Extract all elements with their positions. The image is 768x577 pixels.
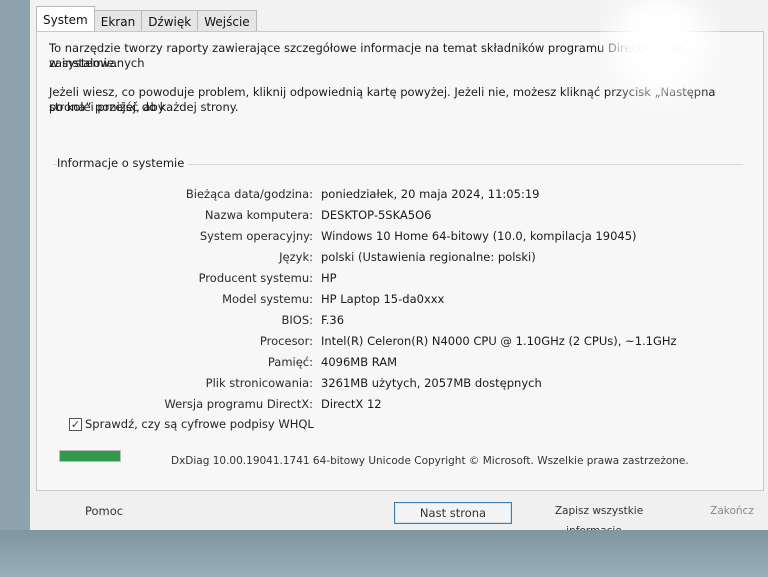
info-row-datetime: Bieżąca data/godzina: poniedziałek, 20 ma… (37, 187, 757, 208)
info-label: BIOS: (281, 313, 313, 327)
intro-line-4: po kolei przejść do każdej strony. (49, 100, 239, 114)
info-row-directx: Wersja programu DirectX: DirectX 12 (37, 397, 757, 418)
tab-display[interactable]: Ekran (93, 10, 143, 32)
info-row-language: Język: polski (Ustawienia regionalne: pol… (37, 250, 757, 271)
dxdiag-window: System Ekran Dźwięk Wejście To narzędzie… (30, 0, 768, 537)
info-value: Windows 10 Home 64-bitowy (10.0, kompila… (321, 229, 637, 243)
info-value: DirectX 12 (321, 397, 382, 411)
info-label: Model systemu: (222, 292, 313, 306)
save-all-info-button[interactable]: Zapisz wszystkie informacje... (528, 501, 670, 537)
whql-checkbox-row[interactable]: ✓ Sprawdź, czy są cyfrowe podpisy WHQL (69, 417, 314, 431)
exit-button[interactable]: Zakończ (700, 501, 764, 523)
info-value: poniedziałek, 20 maja 2024, 11:05:19 (321, 187, 540, 201)
info-label: Procesor: (259, 334, 313, 348)
info-row-computer-name: Nazwa komputera: DESKTOP-5SKA5O6 (37, 208, 757, 229)
info-row-memory: Pamięć: 4096MB RAM (37, 355, 757, 376)
system-info-list: Bieżąca data/godzina: poniedziałek, 20 ma… (37, 187, 757, 418)
info-value: HP Laptop 15-da0xxx (321, 292, 445, 306)
tab-sound[interactable]: Dźwięk (141, 10, 199, 32)
whql-label: Sprawdź, czy są cyfrowe podpisy WHQL (85, 417, 314, 431)
info-value: polski (Ustawienia regionalne: polski) (321, 250, 536, 264)
intro-line-2: w systemie. (49, 56, 118, 70)
info-label: System operacyjny: (199, 229, 313, 243)
info-label: Bieżąca data/godzina: (185, 187, 313, 201)
info-value: DESKTOP-5SKA5O6 (321, 208, 432, 222)
info-row-manufacturer: Producent systemu: HP (37, 271, 757, 292)
checkmark-icon: ✓ (70, 417, 81, 431)
tab-bar: System Ekran Dźwięk Wejście (36, 6, 257, 32)
progress-bar (59, 450, 121, 462)
info-label: Wersja programu DirectX: (164, 397, 313, 411)
info-row-bios: BIOS: F.36 (37, 313, 757, 334)
tab-system[interactable]: System (36, 6, 95, 32)
info-label: Pamięć: (267, 355, 313, 369)
info-row-model: Model systemu: HP Laptop 15-da0xxx (37, 292, 757, 313)
info-label: Język: (279, 250, 313, 264)
info-label: Producent systemu: (198, 271, 313, 285)
info-value: Intel(R) Celeron(R) N4000 CPU @ 1.10GHz … (321, 334, 677, 348)
info-row-processor: Procesor: Intel(R) Celeron(R) N4000 CPU @… (37, 334, 757, 355)
help-button[interactable]: Pomoc (60, 501, 148, 523)
info-value: HP (321, 271, 337, 285)
info-row-page-file: Plik stronicowania: 3261MB użytych, 2057M… (37, 376, 757, 397)
background-strip (0, 530, 768, 577)
info-value: 3261MB użytych, 2057MB dostępnych (321, 376, 542, 390)
tab-input[interactable]: Wejście (197, 10, 257, 32)
copyright-text: DxDiag 10.00.19041.1741 64-bitowy Unicod… (171, 455, 689, 467)
info-row-os: System operacyjny: Windows 10 Home 64-bit… (37, 229, 757, 250)
button-bar: Pomoc Nast strona Zapisz wszystkie infor… (30, 492, 768, 537)
system-panel: To narzędzie tworzy raporty zawierające … (36, 31, 764, 491)
info-value: F.36 (321, 313, 345, 327)
progress-fill (60, 451, 120, 461)
info-label: Nazwa komputera: (204, 208, 313, 222)
info-label: Plik stronicowania: (205, 376, 313, 390)
info-value: 4096MB RAM (321, 355, 398, 369)
next-page-button[interactable]: Nast strona (394, 502, 512, 524)
whql-checkbox[interactable]: ✓ (69, 417, 82, 431)
group-title: Informacje o systemie (57, 156, 189, 170)
